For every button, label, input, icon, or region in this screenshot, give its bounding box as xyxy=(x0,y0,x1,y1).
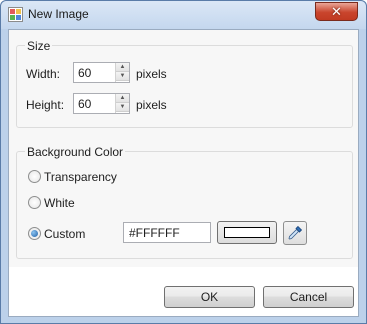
background-color-group-label: Background Color xyxy=(25,145,126,159)
white-radio-label[interactable]: White xyxy=(44,196,75,210)
height-decrement-arrow-icon[interactable]: ▼ xyxy=(116,103,129,112)
white-radio[interactable] xyxy=(28,196,41,209)
hex-color-value[interactable]: #FFFFFF xyxy=(129,226,180,240)
width-increment-arrow-icon[interactable]: ▲ xyxy=(116,63,129,72)
window-title: New Image xyxy=(28,7,89,21)
cancel-button[interactable]: Cancel xyxy=(263,286,354,308)
size-group xyxy=(16,45,353,128)
close-button[interactable]: ✕ xyxy=(315,2,358,21)
transparency-radio-label[interactable]: Transparency xyxy=(44,170,117,184)
height-unit-label: pixels xyxy=(136,98,167,112)
height-increment-arrow-icon[interactable]: ▲ xyxy=(116,94,129,103)
width-label: Width: xyxy=(26,67,61,81)
height-value[interactable]: 60 xyxy=(78,97,91,111)
width-spinbox[interactable]: 60 ▲ ▼ xyxy=(73,62,130,83)
custom-radio[interactable] xyxy=(28,227,41,240)
width-unit-label: pixels xyxy=(136,67,167,81)
size-group-label: Size xyxy=(25,39,53,53)
dialog-content: Size Width: 60 ▲ ▼ pixels Height: 60 ▲ ▼… xyxy=(9,30,358,267)
width-value[interactable]: 60 xyxy=(78,66,91,80)
hex-color-input[interactable]: #FFFFFF xyxy=(123,222,211,243)
color-swatch-button[interactable] xyxy=(217,221,277,244)
eyedropper-icon xyxy=(288,225,303,240)
height-label: Height: xyxy=(26,98,65,112)
color-swatch xyxy=(224,227,270,238)
paint-app-icon xyxy=(8,7,23,22)
eyedropper-button[interactable] xyxy=(283,221,307,245)
ok-button[interactable]: OK xyxy=(164,286,255,308)
height-spinbox[interactable]: 60 ▲ ▼ xyxy=(73,93,130,114)
dialog-client-area: Size Width: 60 ▲ ▼ pixels Height: 60 ▲ ▼… xyxy=(8,29,359,317)
title-bar[interactable]: New Image ✕ xyxy=(1,1,366,29)
width-decrement-arrow-icon[interactable]: ▼ xyxy=(116,72,129,81)
transparency-radio[interactable] xyxy=(28,170,41,183)
custom-radio-label[interactable]: Custom xyxy=(44,227,85,241)
close-icon: ✕ xyxy=(331,3,342,19)
dialog-window: New Image ✕ Size Width: 60 ▲ ▼ pixels He… xyxy=(0,0,367,324)
